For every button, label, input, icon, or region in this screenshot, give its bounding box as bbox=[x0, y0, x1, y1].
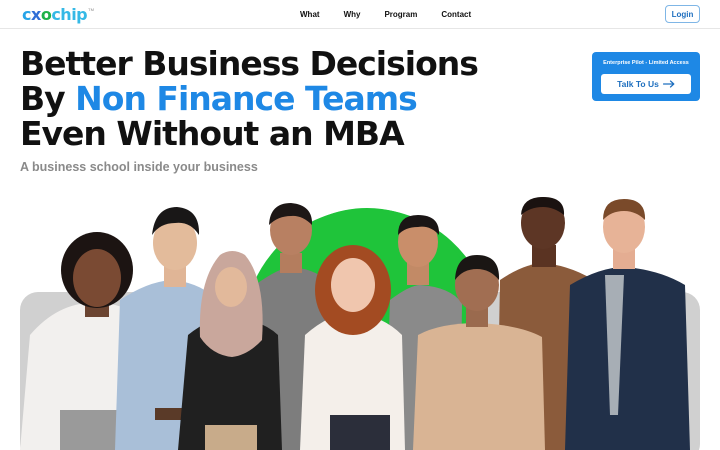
nav-link-why[interactable]: Why bbox=[344, 10, 361, 19]
hero-subhead: A business school inside your business bbox=[20, 160, 258, 174]
nav-links: What Why Program Contact bbox=[300, 0, 471, 29]
enterprise-pilot-label: Enterprise Pilot - Limited Access bbox=[603, 60, 689, 66]
arrow-right-icon bbox=[662, 80, 675, 88]
cxochip-logo[interactable]: cxochip TM bbox=[22, 5, 94, 25]
headline-line-1: Better Business Decisions bbox=[20, 44, 479, 83]
hero-headline: Better Business Decisions By Non Finance… bbox=[20, 44, 479, 153]
login-button[interactable]: Login bbox=[665, 5, 700, 23]
person-9 bbox=[565, 199, 690, 450]
nav-link-contact[interactable]: Contact bbox=[441, 10, 471, 19]
headline-line-2-prefix: By bbox=[20, 79, 76, 118]
talk-to-us-label: Talk To Us bbox=[617, 79, 659, 89]
headline-line-3: Even Without an MBA bbox=[20, 114, 405, 153]
headline-line-2-accent: Non Finance Teams bbox=[75, 79, 418, 118]
enterprise-pilot-card: Enterprise Pilot - Limited Access Talk T… bbox=[592, 52, 700, 101]
talk-to-us-button[interactable]: Talk To Us bbox=[601, 74, 691, 94]
team-group-photo bbox=[20, 197, 700, 450]
nav-link-program[interactable]: Program bbox=[384, 10, 417, 19]
top-nav: cxochip TM What Why Program Contact Logi… bbox=[0, 0, 720, 29]
trademark-mark: TM bbox=[88, 7, 94, 12]
nav-link-what[interactable]: What bbox=[300, 10, 320, 19]
logo-wordmark: cxochip bbox=[22, 5, 88, 24]
